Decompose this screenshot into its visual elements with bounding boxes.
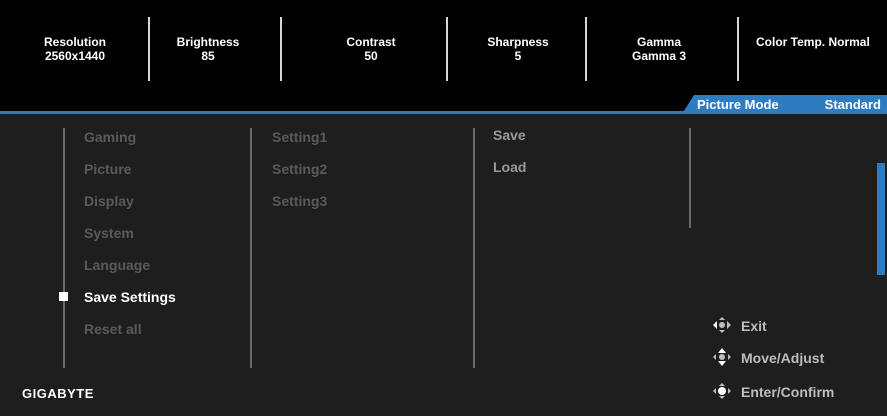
brightness-value: 85 <box>201 49 215 63</box>
contrast-stat: Contrast 50 <box>335 35 407 63</box>
picture-mode-label: Picture Mode <box>697 97 779 112</box>
resolution-label: Resolution <box>44 35 106 49</box>
resolution-value: 2560x1440 <box>44 49 106 63</box>
color-temp-label: Color Temp. <box>756 35 826 49</box>
actions-column-divider <box>473 128 475 368</box>
hint-enter-confirm-label: Enter/Confirm <box>741 384 835 400</box>
sharpness-label: Sharpness <box>487 35 549 49</box>
picture-mode-value: Standard <box>824 97 881 112</box>
hint-move-adjust: Move/Adjust <box>713 348 825 366</box>
menu-column-divider <box>63 128 65 368</box>
hint-enter-confirm: Enter/Confirm <box>713 383 835 400</box>
menu-item-reset-all[interactable]: Reset all <box>84 321 142 337</box>
gamma-value: Gamma 3 <box>631 49 687 63</box>
submenu-column-divider <box>250 128 252 368</box>
submenu-setting1[interactable]: Setting1 <box>272 129 327 145</box>
menu-item-gaming[interactable]: Gaming <box>84 129 136 145</box>
hint-exit-label: Exit <box>741 318 767 334</box>
picture-mode-tab: Picture Mode Standard <box>682 95 887 114</box>
hint-move-adjust-label: Move/Adjust <box>741 350 825 366</box>
scroll-indicator[interactable] <box>877 163 885 275</box>
info-column-divider <box>689 128 691 228</box>
hint-exit: Exit <box>713 317 767 334</box>
resolution-stat: Resolution 2560x1440 <box>38 35 112 63</box>
gamma-label: Gamma <box>636 35 682 49</box>
brightness-label: Brightness <box>176 35 240 49</box>
status-divider <box>737 17 739 81</box>
gamma-stat: Gamma Gamma 3 <box>620 35 698 63</box>
status-divider <box>446 17 448 81</box>
color-temp-value: Normal <box>828 35 870 49</box>
menu-item-save-settings[interactable]: Save Settings <box>84 289 176 305</box>
action-load[interactable]: Load <box>493 159 526 175</box>
menu-item-picture[interactable]: Picture <box>84 161 131 177</box>
status-divider <box>585 17 587 81</box>
submenu-setting2[interactable]: Setting2 <box>272 161 327 177</box>
status-divider <box>148 17 150 81</box>
sharpness-stat: Sharpness 5 <box>482 35 554 63</box>
contrast-label: Contrast <box>346 35 396 49</box>
selection-marker <box>59 292 68 301</box>
status-divider <box>280 17 282 81</box>
menu-item-display[interactable]: Display <box>84 193 134 209</box>
gigabyte-logo: GIGABYTE <box>22 386 94 401</box>
brightness-stat: Brightness 85 <box>172 35 244 63</box>
joystick-left-icon <box>713 317 731 333</box>
joystick-press-icon <box>713 383 731 399</box>
submenu-setting3[interactable]: Setting3 <box>272 193 327 209</box>
menu-item-system[interactable]: System <box>84 225 134 241</box>
contrast-value: 50 <box>364 49 378 63</box>
color-temp-stat: Color Temp. Normal <box>756 35 882 49</box>
action-save[interactable]: Save <box>493 127 526 143</box>
joystick-updown-icon <box>713 348 731 366</box>
sharpness-value: 5 <box>514 49 522 63</box>
menu-item-language[interactable]: Language <box>84 257 150 273</box>
